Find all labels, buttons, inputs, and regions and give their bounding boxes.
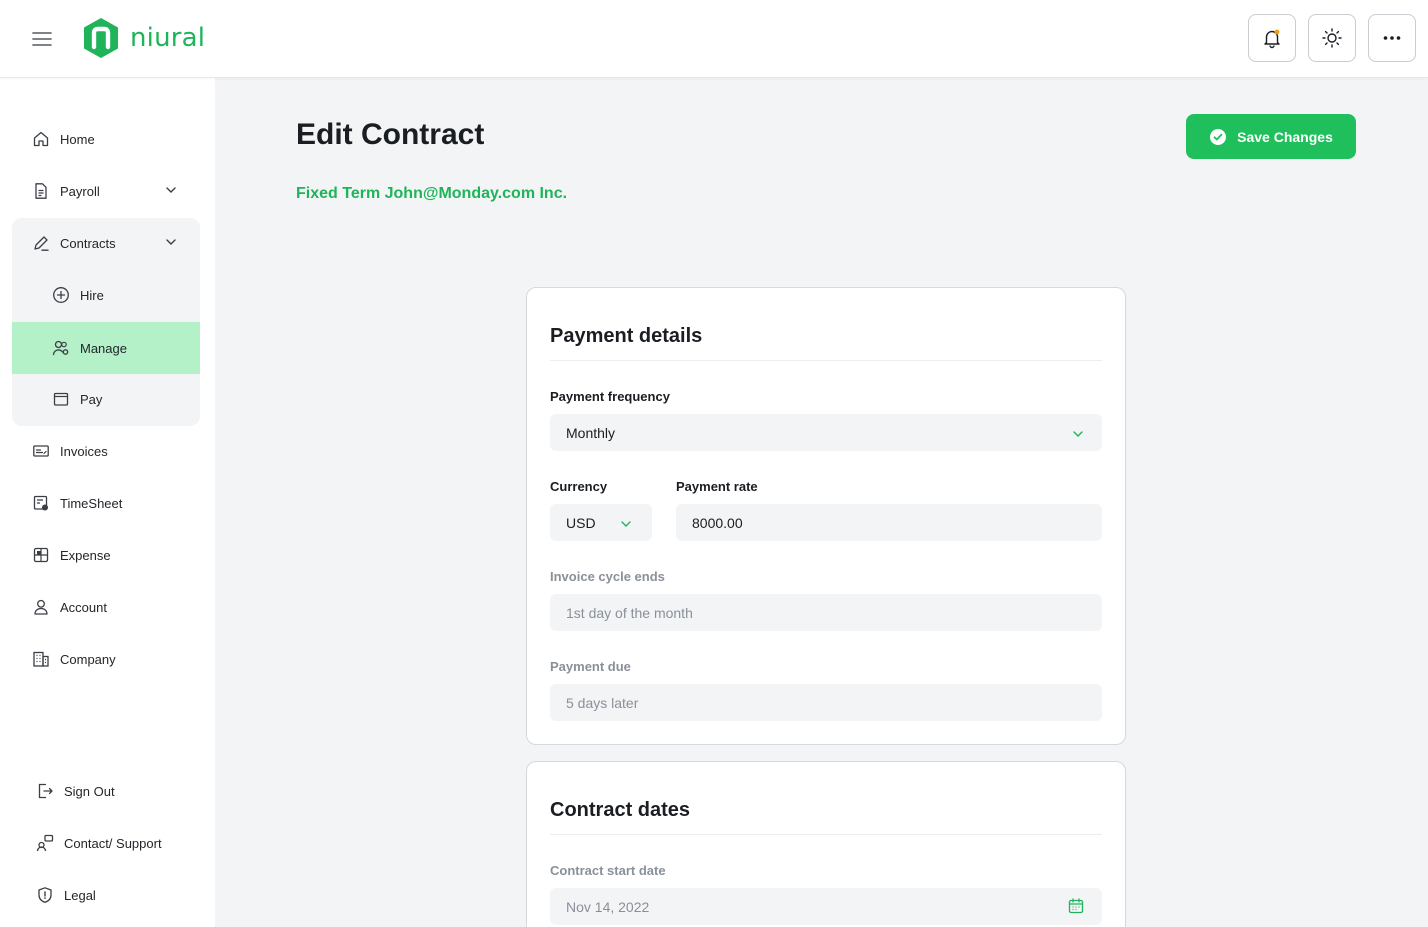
shield-icon <box>36 886 54 904</box>
sign-out-button[interactable]: Sign Out <box>12 765 200 817</box>
sidebar: Home Payroll Contracts Hire Manage Pay I… <box>0 78 215 927</box>
contract-start-label: Contract start date <box>550 863 666 878</box>
currency-label: Currency <box>550 479 608 494</box>
brand-name: niural <box>130 23 206 53</box>
more-horizontal-icon <box>1383 36 1401 40</box>
user-icon <box>32 598 50 616</box>
sidebar-item-payroll[interactable]: Payroll <box>12 165 200 217</box>
sidebar-item-home[interactable]: Home <box>12 113 200 165</box>
sidebar-item-label: Company <box>60 651 116 667</box>
building-icon <box>32 650 50 668</box>
payment-rate-input[interactable]: 8000.00 <box>676 504 1102 541</box>
bell-icon <box>1264 29 1280 49</box>
divider <box>550 834 1102 835</box>
sign-out-label: Sign Out <box>64 783 115 799</box>
sidebar-item-label: Manage <box>80 340 127 356</box>
payment-details-card: Payment details Payment frequency Monthl… <box>526 287 1126 745</box>
contract-subtitle: Fixed Term John@Monday.com Inc. <box>296 185 568 202</box>
sidebar-item-label: Hire <box>80 287 104 303</box>
niural-logo-icon <box>84 18 118 58</box>
contact-support-label: Contact/ Support <box>64 835 162 851</box>
support-icon <box>36 834 54 852</box>
check-circle-icon <box>1210 128 1227 145</box>
more-options-button[interactable] <box>1368 14 1416 62</box>
theme-toggle-button[interactable] <box>1308 14 1356 62</box>
contract-start-date-field[interactable]: Nov 14, 2022 <box>550 888 1102 925</box>
invoice-cycle-label: Invoice cycle ends <box>550 569 665 584</box>
currency-select[interactable]: USD <box>550 504 652 541</box>
contact-support-link[interactable]: Contact/ Support <box>12 817 200 869</box>
payment-frequency-value: Monthly <box>566 424 616 441</box>
legal-link[interactable]: Legal <box>12 869 200 921</box>
payment-due-field: 5 days later <box>550 684 1102 721</box>
payment-due-label: Payment due <box>550 659 631 674</box>
chevron-down-icon[interactable] <box>164 235 178 252</box>
top-bar: niural <box>0 0 1428 78</box>
legal-label: Legal <box>64 887 96 903</box>
chevron-down-icon <box>620 517 632 533</box>
brand-logo[interactable]: niural <box>82 17 205 59</box>
wallet-icon <box>52 390 70 408</box>
chevron-down-icon <box>1072 427 1084 443</box>
sidebar-item-label: Invoices <box>60 443 108 459</box>
sidebar-item-invoices[interactable]: Invoices <box>12 425 200 477</box>
sidebar-item-pay[interactable]: Pay <box>12 373 200 425</box>
payment-rate-value: 8000.00 <box>692 514 743 531</box>
contract-start-value: Nov 14, 2022 <box>566 898 650 915</box>
plus-circle-icon <box>52 286 70 304</box>
signature-pen-icon <box>32 234 50 252</box>
sidebar-item-label: TimeSheet <box>60 495 123 511</box>
calendar-icon[interactable] <box>1068 898 1084 917</box>
notifications-button[interactable] <box>1248 14 1296 62</box>
invoice-cycle-value: 1st day of the month <box>566 604 693 621</box>
currency-value: USD <box>566 514 596 531</box>
contract-dates-card: Contract dates Contract start date Nov 1… <box>526 761 1126 927</box>
page-title: Edit Contract <box>296 118 485 151</box>
sign-out-icon <box>36 782 54 800</box>
sidebar-item-contracts[interactable]: Contracts <box>12 217 200 269</box>
payment-frequency-label: Payment frequency <box>550 389 670 404</box>
hamburger-icon[interactable] <box>30 27 54 51</box>
payment-due-value: 5 days later <box>566 694 639 711</box>
expense-icon <box>32 546 50 564</box>
sun-icon <box>1322 28 1342 48</box>
sidebar-item-account[interactable]: Account <box>12 581 200 633</box>
sidebar-item-label: Account <box>60 599 107 615</box>
sidebar-item-label: Home <box>60 131 95 147</box>
invoice-cycle-field: 1st day of the month <box>550 594 1102 631</box>
contract-dates-title: Contract dates <box>550 799 691 821</box>
sidebar-item-timesheet[interactable]: TimeSheet <box>12 477 200 529</box>
sidebar-item-manage[interactable]: Manage <box>12 322 200 374</box>
sidebar-item-label: Contracts <box>60 235 116 251</box>
chevron-down-icon[interactable] <box>164 183 178 200</box>
timesheet-icon <box>32 494 50 512</box>
sidebar-item-hire[interactable]: Hire <box>12 269 200 321</box>
payment-details-title: Payment details <box>550 325 703 347</box>
sidebar-item-label: Pay <box>80 391 103 407</box>
save-changes-label: Save Changes <box>1237 128 1333 145</box>
save-changes-button[interactable]: Save Changes <box>1186 114 1356 159</box>
sidebar-item-company[interactable]: Company <box>12 633 200 685</box>
sidebar-item-expense[interactable]: Expense <box>12 529 200 581</box>
sidebar-item-label: Payroll <box>60 183 100 199</box>
sidebar-item-label: Expense <box>60 547 111 563</box>
document-icon <box>32 182 50 200</box>
invoice-icon <box>32 442 50 460</box>
payment-frequency-select[interactable]: Monthly <box>550 414 1102 451</box>
payment-rate-label: Payment rate <box>676 479 758 494</box>
divider <box>550 360 1102 361</box>
users-settings-icon <box>52 339 70 357</box>
home-icon <box>32 130 50 148</box>
